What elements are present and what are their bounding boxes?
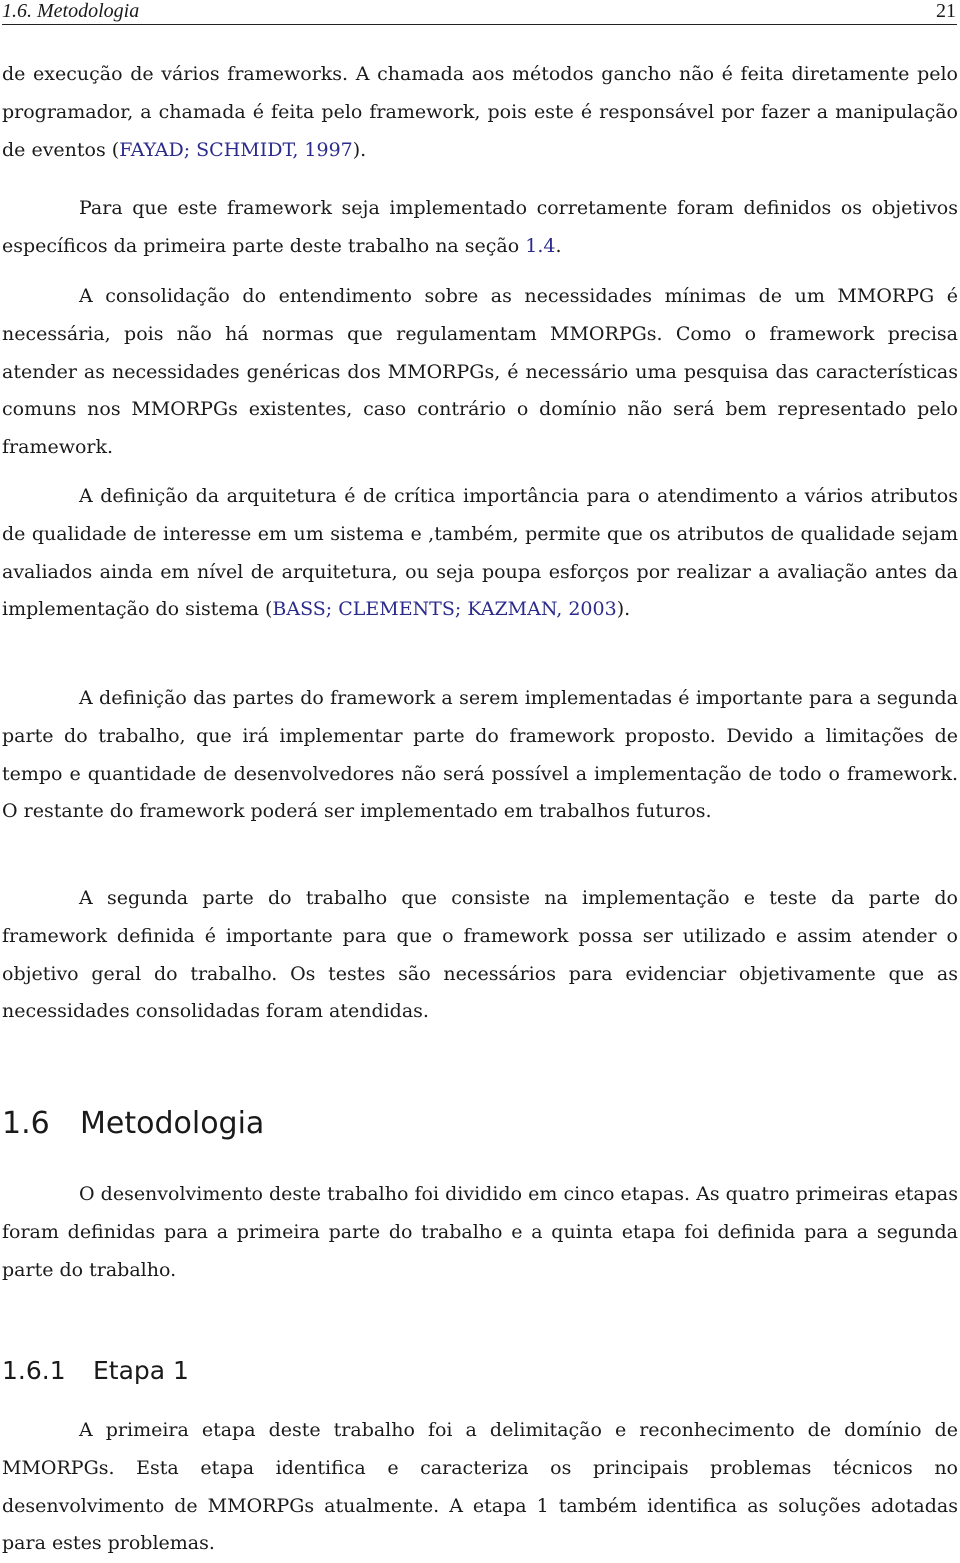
paragraph: O desenvolvimento deste trabalho foi div… [2, 1183, 958, 1281]
paragraph-text: ). [616, 598, 631, 621]
paragraph: A definição da arquitetura é de crítica … [2, 478, 958, 629]
citation-link[interactable]: FAYAD; SCHMIDT, 1997 [119, 139, 353, 161]
paragraph: A segunda parte do trabalho que consiste… [2, 887, 958, 1023]
paragraph: A primeira etapa deste trabalho foi a de… [2, 1419, 958, 1555]
paragraph-text: . [555, 234, 562, 257]
running-header-section: 1.6. Metodologia [2, 0, 140, 22]
section-heading: 1.6 Metodologia [2, 1106, 264, 1142]
subsection-title: Etapa 1 [93, 1356, 189, 1385]
section-reference-link[interactable]: 1.4 [525, 235, 555, 257]
paragraph: A consolidação do entendimento sobre as … [2, 285, 958, 459]
paragraph-continued: de execução de vários frameworks. A cham… [2, 56, 958, 169]
header-rule [2, 24, 957, 25]
paragraph-text: Para que este framework seja implementad… [2, 197, 958, 257]
paragraph-text: ). [352, 138, 367, 161]
subsection-heading: 1.6.1 Etapa 1 [2, 1356, 189, 1386]
section-number: 1.6 [2, 1106, 50, 1141]
subsection-number: 1.6.1 [2, 1356, 66, 1385]
running-header: 1.6. Metodologia 21 [2, 0, 956, 24]
citation-link[interactable]: BASS; CLEMENTS; KAZMAN, 2003 [272, 598, 616, 620]
paragraph: Para que este framework seja implementad… [2, 190, 958, 266]
paragraph: A definição das partes do framework a se… [2, 687, 958, 823]
page-number: 21 [936, 0, 956, 22]
section-title: Metodologia [80, 1106, 265, 1141]
